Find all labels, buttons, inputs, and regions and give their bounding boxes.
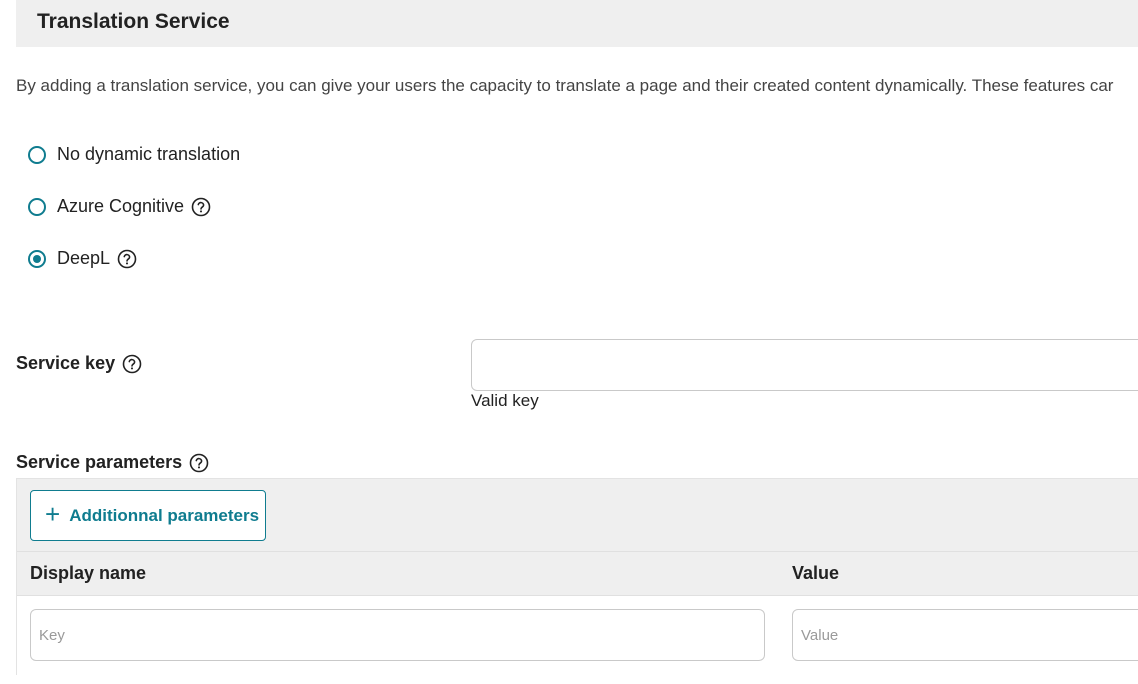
- plus-icon: +: [45, 499, 61, 529]
- parameters-toolbar: + Additionnal parameters: [17, 479, 1138, 552]
- service-key-input[interactable]: [471, 339, 1138, 391]
- table-row: [17, 596, 1138, 676]
- radio-deepl[interactable]: DeepL: [28, 248, 137, 269]
- section-description: By adding a translation service, you can…: [16, 76, 1114, 95]
- column-header-value: Value: [792, 563, 840, 583]
- column-header-display-name: Display name: [30, 563, 147, 583]
- add-parameters-label: Additionnal parameters: [69, 505, 260, 525]
- radio-azure-cognitive[interactable]: Azure Cognitive: [28, 196, 211, 217]
- help-icon[interactable]: [189, 453, 209, 473]
- help-icon[interactable]: [122, 354, 142, 374]
- radio-button[interactable]: [28, 197, 46, 216]
- radio-label: DeepL: [57, 248, 111, 268]
- add-parameters-button[interactable]: + Additionnal parameters: [30, 490, 266, 541]
- service-key-label-text: Service key: [16, 353, 116, 373]
- parameters-table-header: Display name Value: [17, 552, 1138, 596]
- service-parameters-label: Service parameters: [16, 452, 209, 473]
- radio-label: No dynamic translation: [57, 144, 241, 164]
- section-header: Translation Service: [16, 0, 1138, 47]
- radio-no-dynamic-translation[interactable]: No dynamic translation: [28, 144, 240, 165]
- help-icon[interactable]: [191, 197, 211, 217]
- service-key-label: Service key: [16, 353, 142, 374]
- service-parameters-panel: + Additionnal parameters Display name Va…: [16, 478, 1138, 676]
- service-key-status: Valid key: [471, 391, 539, 410]
- help-icon[interactable]: [117, 249, 137, 269]
- service-parameters-label-text: Service parameters: [16, 452, 183, 472]
- radio-button-selected[interactable]: [28, 249, 46, 268]
- parameter-key-input[interactable]: [30, 609, 765, 661]
- radio-button[interactable]: [28, 145, 46, 164]
- radio-label: Azure Cognitive: [57, 196, 185, 216]
- parameter-value-input[interactable]: [792, 609, 1138, 661]
- section-title: Translation Service: [37, 10, 230, 33]
